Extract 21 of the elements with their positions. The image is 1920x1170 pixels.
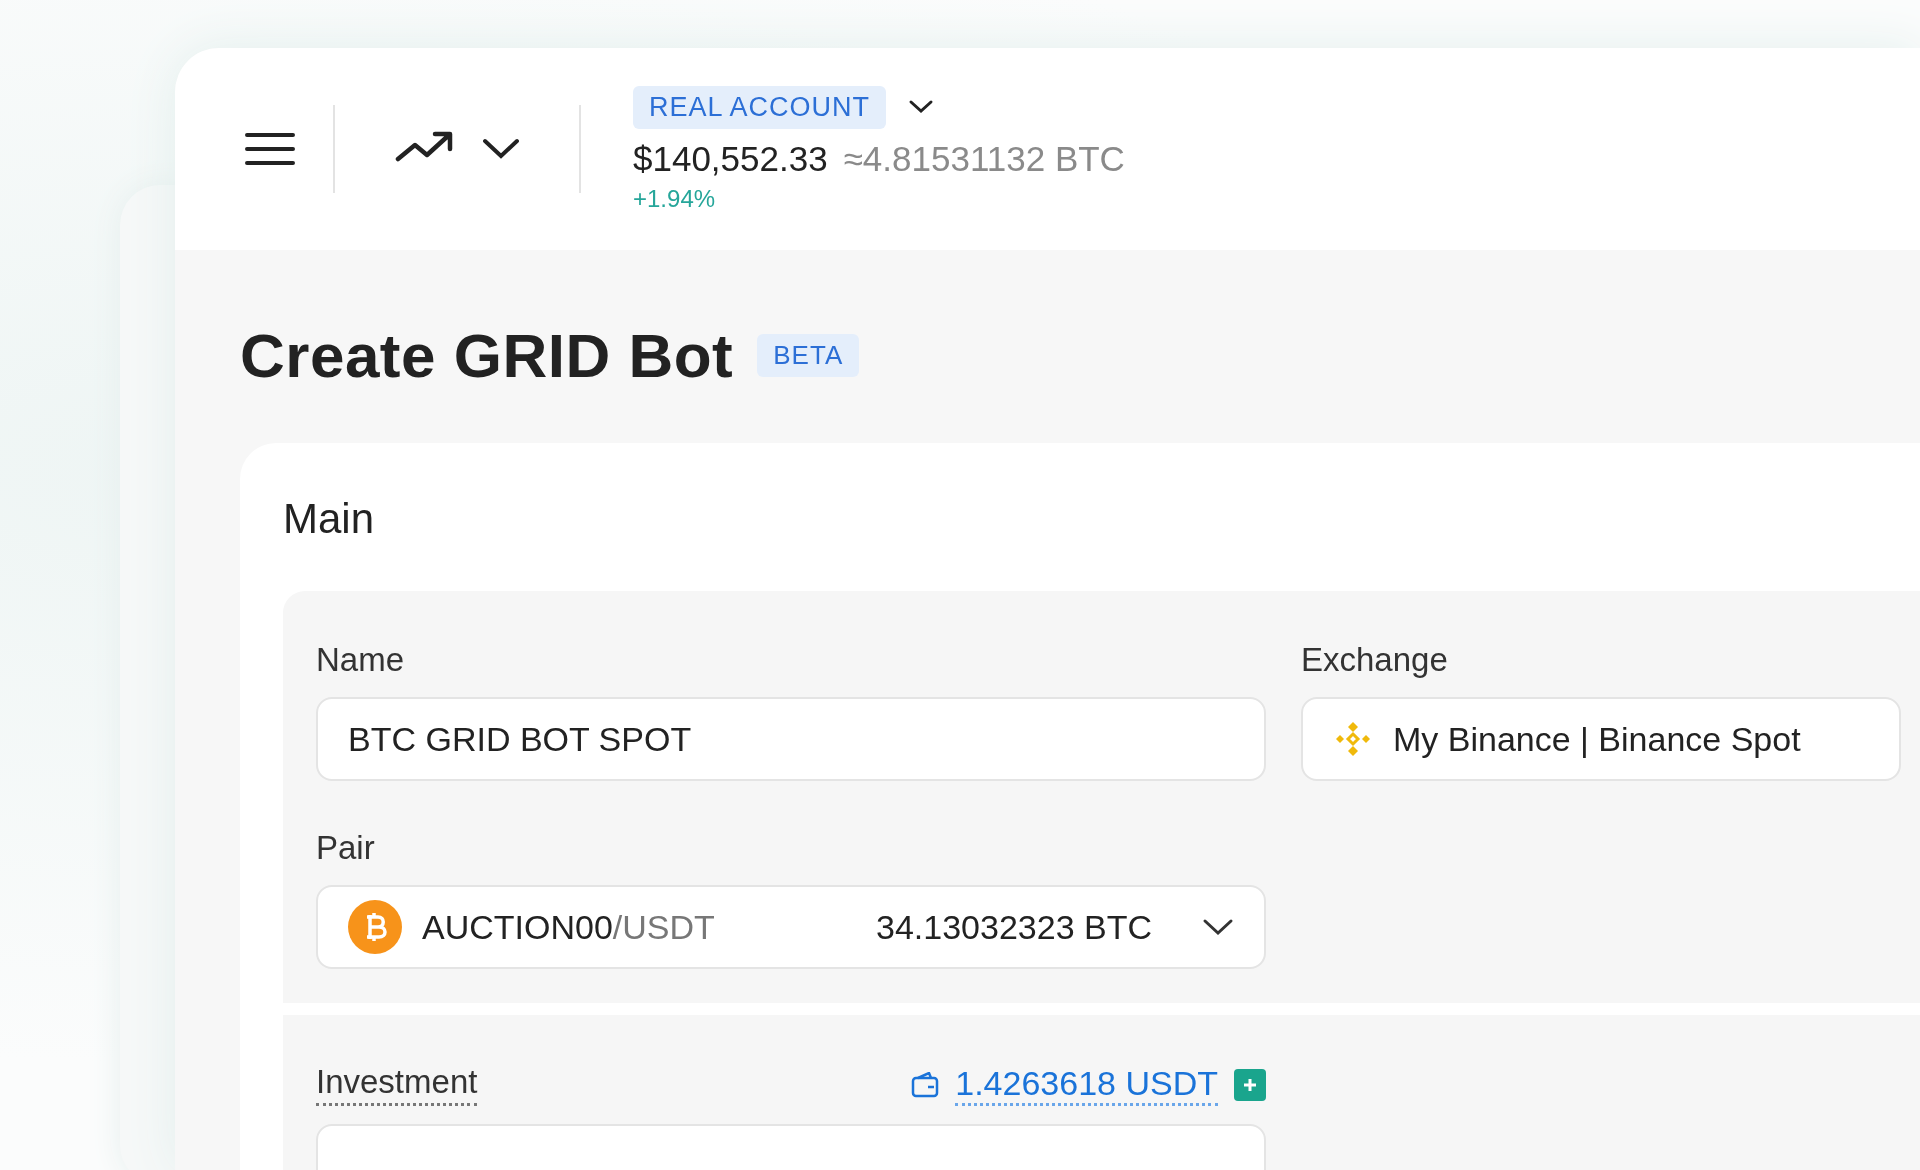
chevron-down-icon	[1202, 917, 1234, 937]
balance-btc: ≈4.81531132 BTC	[843, 138, 1125, 179]
page-title: Create GRID Bot	[240, 320, 734, 391]
section-title: Main	[283, 495, 376, 543]
bitcoin-icon	[348, 900, 402, 954]
add-funds-button[interactable]	[1234, 1068, 1266, 1101]
field-label: Pair	[316, 829, 376, 867]
account-badge: REAL ACCOUNT	[633, 85, 887, 129]
chevron-down-icon[interactable]	[908, 99, 935, 115]
exchange-select[interactable]: My Binance | Binance Spot	[1301, 697, 1901, 781]
balance-change: +1.94%	[633, 184, 716, 213]
beta-badge: BETA	[757, 334, 860, 377]
wallet-icon	[911, 1071, 940, 1098]
field-label: Investment	[316, 1063, 478, 1106]
name-field[interactable]: BTC GRID BOT SPOT	[316, 697, 1266, 781]
field-label: Name	[316, 641, 406, 679]
available-balance-link[interactable]: 1.4263618 USDT	[955, 1063, 1218, 1106]
balance-amount: $140,552.33	[633, 138, 828, 179]
pair-select[interactable]: AUCTION00/USDT 34.13032323 BTC	[316, 885, 1266, 969]
field-label: Exchange	[1301, 641, 1449, 679]
chevron-down-icon	[481, 137, 521, 161]
